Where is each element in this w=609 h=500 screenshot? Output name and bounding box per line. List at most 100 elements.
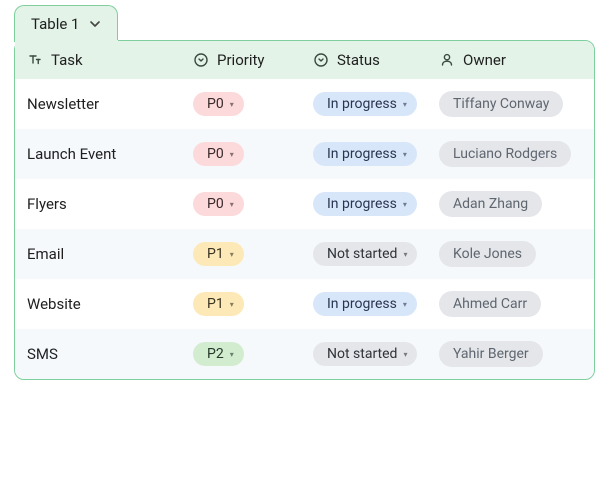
- chevron-down-icon: ▾: [230, 200, 234, 209]
- tab-label: Table 1: [31, 15, 79, 33]
- priority-label: P2: [207, 346, 224, 362]
- column-header-label: Status: [337, 51, 380, 69]
- task-cell[interactable]: Launch Event: [27, 145, 193, 163]
- owner-pill[interactable]: Yahir Berger: [439, 341, 543, 367]
- table-row: Email P1 ▾ Not started ▾ Kole Jones: [15, 229, 594, 279]
- chevron-down-icon: ▾: [403, 150, 407, 159]
- column-header-label: Priority: [217, 51, 264, 69]
- status-label: In progress: [327, 146, 397, 162]
- table-row: Launch Event P0 ▾ In progress ▾ Luciano Rodge…: [15, 129, 594, 179]
- priority-cell: P1 ▾: [193, 242, 313, 266]
- owner-cell: Kole Jones: [439, 241, 582, 267]
- priority-pill[interactable]: P1 ▾: [193, 242, 244, 266]
- priority-pill[interactable]: P0 ▾: [193, 142, 244, 166]
- priority-cell: P0 ▾: [193, 142, 313, 166]
- priority-label: P0: [207, 96, 224, 112]
- owner-cell: Ahmed Carr: [439, 291, 582, 317]
- chevron-down-icon: ▾: [230, 150, 234, 159]
- priority-cell: P0 ▾: [193, 192, 313, 216]
- chevron-down-icon: ▾: [403, 300, 407, 309]
- priority-cell: P1 ▾: [193, 292, 313, 316]
- owner-cell: Luciano Rodgers: [439, 141, 582, 167]
- priority-pill[interactable]: P0 ▾: [193, 92, 244, 116]
- chevron-down-icon: [89, 18, 101, 30]
- status-cell: In progress▾: [313, 192, 439, 216]
- column-header-label: Owner: [463, 51, 506, 69]
- task-cell[interactable]: Website: [27, 295, 193, 313]
- task-name: Website: [27, 295, 81, 313]
- owner-name: Luciano Rodgers: [453, 146, 557, 162]
- status-label: Not started: [327, 346, 397, 362]
- task-cell[interactable]: Email: [27, 245, 193, 263]
- table-row: FlyersP0▾In progress▾Adan Zhang: [15, 179, 594, 229]
- column-header-owner[interactable]: Owner: [439, 51, 582, 69]
- owner-pill[interactable]: Kole Jones: [439, 241, 536, 267]
- priority-cell: P0 ▾: [193, 92, 313, 116]
- task-name: Email: [27, 245, 64, 263]
- priority-pill[interactable]: P1 ▾: [193, 292, 244, 316]
- person-icon: [439, 52, 455, 68]
- priority-label: P0: [207, 146, 224, 162]
- task-name: Launch Event: [27, 145, 116, 163]
- table-row: Newsletter P0 ▾ In progress ▾ Tiffany Conway: [15, 79, 594, 129]
- table-rows: Newsletter P0 ▾ In progress ▾ Tiffany Conway L…: [15, 79, 594, 379]
- owner-name: Ahmed Carr: [453, 296, 527, 312]
- status-pill[interactable]: In progress ▾: [313, 142, 417, 166]
- column-header-task[interactable]: Task: [27, 51, 193, 69]
- status-pill[interactable]: Not started ▾: [313, 342, 417, 366]
- owner-name: Tiffany Conway: [453, 96, 549, 112]
- owner-pill[interactable]: Ahmed Carr: [439, 291, 541, 317]
- status-cell: Not started ▾: [313, 342, 439, 366]
- task-cell[interactable]: Flyers: [27, 195, 193, 213]
- owner-pill[interactable]: Luciano Rodgers: [439, 141, 571, 167]
- dropdown-circle-icon: [193, 52, 209, 68]
- status-cell: Not started ▾: [313, 242, 439, 266]
- task-name: SMS: [27, 345, 58, 363]
- table-row: SMS P2 ▾ Not started ▾ Yahir Berger: [15, 329, 594, 379]
- task-cell[interactable]: Newsletter: [27, 95, 193, 113]
- owner-cell: Tiffany Conway: [439, 91, 582, 117]
- priority-pill[interactable]: P0 ▾: [193, 192, 244, 216]
- status-label: In progress: [327, 296, 397, 312]
- status-pill[interactable]: Not started ▾: [313, 242, 417, 266]
- chevron-down-icon: ▾: [230, 300, 234, 309]
- chevron-down-icon: ▾: [403, 350, 407, 359]
- priority-label: P1: [207, 246, 224, 262]
- owner-name: Kole Jones: [453, 246, 522, 262]
- priority-cell: P2 ▾: [193, 342, 313, 366]
- status-pill[interactable]: In progress ▾: [313, 92, 417, 116]
- status-cell: In progress ▾: [313, 92, 439, 116]
- status-label: Not started: [327, 246, 397, 262]
- column-header-label: Task: [51, 51, 83, 69]
- status-label: In progress: [327, 96, 397, 112]
- status-pill[interactable]: In progress ▾: [313, 292, 417, 316]
- task-cell[interactable]: SMS: [27, 345, 193, 363]
- priority-pill[interactable]: P2 ▾: [193, 342, 244, 366]
- owner-cell: Adan Zhang: [439, 191, 582, 217]
- chevron-down-icon: ▾: [403, 100, 407, 109]
- column-header-priority[interactable]: Priority: [193, 51, 313, 69]
- status-cell: In progress ▾: [313, 292, 439, 316]
- status-cell: In progress ▾: [313, 142, 439, 166]
- task-name: Newsletter: [27, 95, 99, 113]
- table-container: Table 1 Task Priority: [14, 40, 595, 380]
- table-header-row: Task Priority Status Ow: [15, 41, 594, 79]
- chevron-down-icon: ▾: [230, 350, 234, 359]
- priority-label: P0: [207, 196, 224, 212]
- owner-pill[interactable]: Tiffany Conway: [439, 91, 563, 117]
- task-name: Flyers: [27, 195, 67, 213]
- chevron-down-icon: ▾: [230, 100, 234, 109]
- owner-cell: Yahir Berger: [439, 341, 582, 367]
- chevron-down-icon: ▾: [230, 250, 234, 259]
- chevron-down-icon: ▾: [403, 250, 407, 259]
- owner-name: Adan Zhang: [453, 196, 528, 212]
- priority-label: P1: [207, 296, 224, 312]
- owner-name: Yahir Berger: [453, 346, 529, 362]
- status-pill[interactable]: In progress▾: [313, 192, 417, 216]
- dropdown-circle-icon: [313, 52, 329, 68]
- column-header-status[interactable]: Status: [313, 51, 439, 69]
- chevron-down-icon: ▾: [403, 200, 407, 209]
- table-row: Website P1 ▾ In progress ▾ Ahmed Carr: [15, 279, 594, 329]
- owner-pill[interactable]: Adan Zhang: [439, 191, 542, 217]
- tab-table-1[interactable]: Table 1: [14, 5, 118, 42]
